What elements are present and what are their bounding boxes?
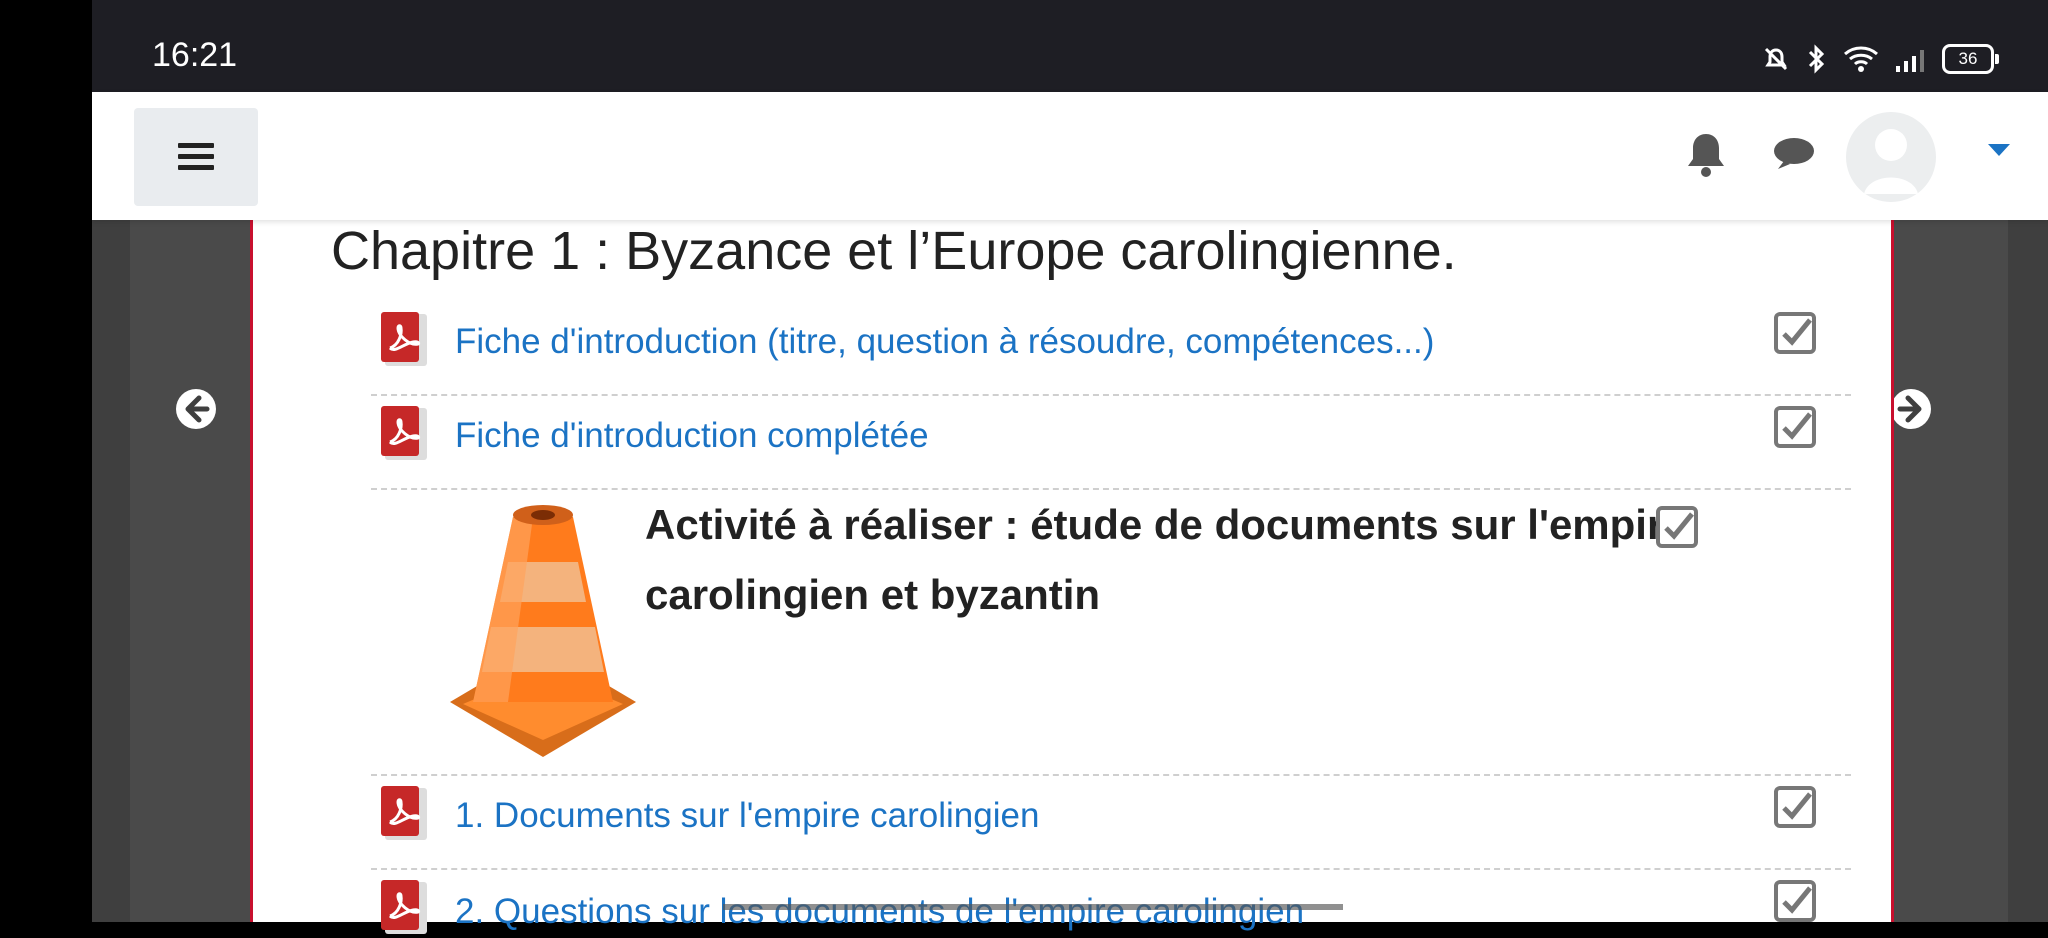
status-bar: 16:21 36 <box>92 0 2048 92</box>
activity-title[interactable]: Activité à réaliser : étude de documents… <box>645 490 1725 630</box>
resource-link[interactable]: Fiche d'introduction complétée <box>455 416 929 456</box>
next-section-arrow-icon[interactable] <box>1890 388 1932 430</box>
scroll-obscuring-line <box>723 904 1343 910</box>
status-icons: 36 <box>1762 42 1999 76</box>
bell-icon[interactable] <box>1684 130 1728 178</box>
resource-row: Fiche d'introduction complétée <box>371 396 1851 490</box>
bluetooth-icon <box>1808 44 1825 74</box>
section-title: Chapitre 1 : Byzance et l’Europe carolin… <box>331 221 1457 281</box>
pdf-icon <box>381 786 427 840</box>
pdf-icon <box>381 880 427 934</box>
resource-link[interactable]: 2. Questions sur les documents de l'empi… <box>455 892 1304 932</box>
top-navigation <box>92 92 2048 220</box>
resource-link[interactable]: Fiche d'introduction (titre, question à … <box>455 322 1434 362</box>
chat-icon[interactable] <box>1772 134 1816 174</box>
left-device-edge <box>0 0 92 922</box>
checkbox-checked-icon[interactable] <box>1774 312 1816 354</box>
previous-section-arrow-icon[interactable] <box>175 388 217 430</box>
avatar-icon <box>1864 129 1918 194</box>
battery-indicator: 36 <box>1942 44 1999 74</box>
course-section-content: Chapitre 1 : Byzance et l’Europe carolin… <box>250 220 1894 934</box>
checkbox-checked-icon[interactable] <box>1656 506 1698 548</box>
pdf-icon <box>381 312 427 366</box>
silent-bell-icon <box>1764 47 1788 71</box>
traffic-cone-icon <box>450 505 636 757</box>
resource-row: 2. Questions sur les documents de l'empi… <box>371 870 1851 934</box>
checkbox-checked-icon[interactable] <box>1774 786 1816 828</box>
avatar[interactable] <box>1846 112 1936 202</box>
pdf-icon <box>381 406 427 460</box>
status-time: 16:21 <box>152 36 238 74</box>
checkbox-checked-icon[interactable] <box>1774 406 1816 448</box>
checkbox-checked-icon[interactable] <box>1774 880 1816 922</box>
left-navigation-panel <box>130 220 250 922</box>
wifi-icon <box>1844 46 1878 72</box>
signal-icon <box>1896 50 1924 72</box>
resource-row: 1. Documents sur l'empire carolingien <box>371 776 1851 870</box>
menu-button[interactable] <box>134 108 258 206</box>
hamburger-icon <box>178 143 214 170</box>
right-navigation-panel <box>1890 220 2008 922</box>
resource-row: Fiche d'introduction (titre, question à … <box>371 302 1851 396</box>
resource-link[interactable]: 1. Documents sur l'empire carolingien <box>455 796 1039 836</box>
caret-down-icon[interactable] <box>1986 142 2012 160</box>
